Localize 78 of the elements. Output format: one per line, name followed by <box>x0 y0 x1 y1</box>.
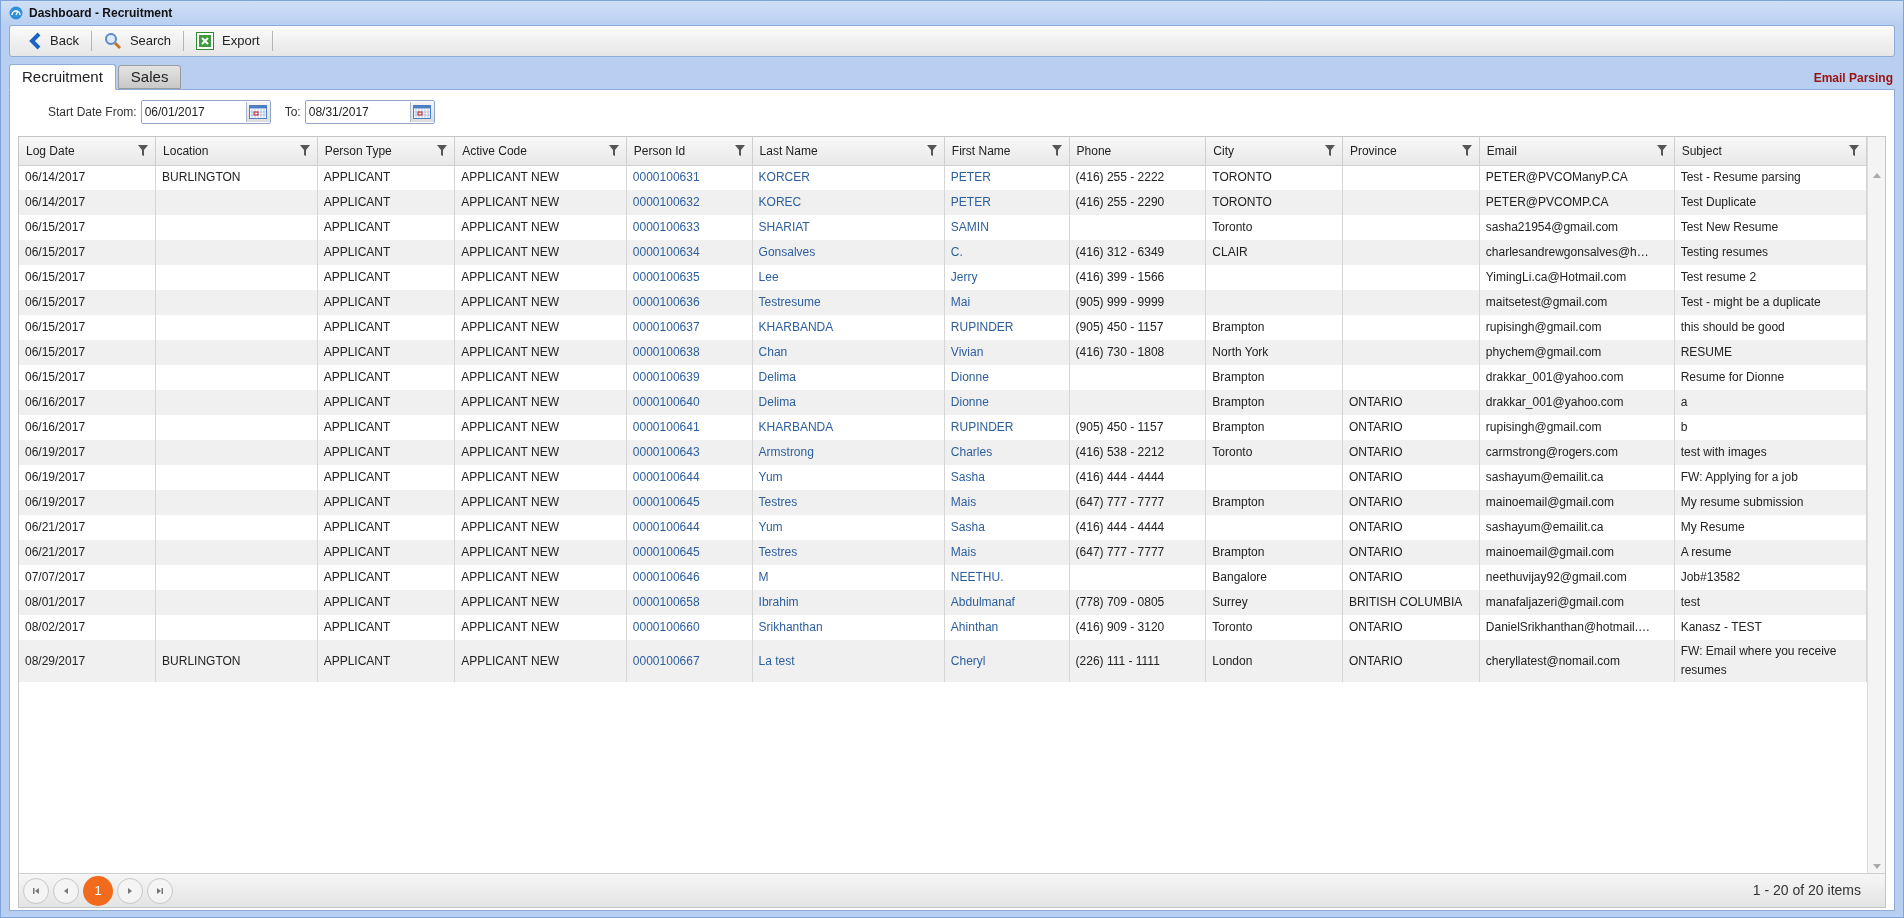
scrollbar[interactable] <box>1867 137 1885 873</box>
column-title: Person Type <box>324 142 392 160</box>
column-header[interactable]: Active Code <box>454 137 627 165</box>
calendar-icon <box>413 105 432 119</box>
filter-icon[interactable] <box>1461 145 1472 157</box>
column-header[interactable]: Location <box>155 137 318 165</box>
search-button[interactable]: Search <box>95 29 180 53</box>
filter-icon[interactable] <box>1051 145 1062 157</box>
table-cell: FW: Email where you receive resumes <box>1674 640 1867 682</box>
table-cell: ONTARIO <box>1342 640 1480 682</box>
back-button[interactable]: Back <box>20 29 87 53</box>
calendar-button[interactable] <box>409 102 434 122</box>
filter-icon[interactable] <box>926 145 937 157</box>
last-page-button[interactable] <box>147 877 173 904</box>
filter-icon[interactable] <box>138 145 149 157</box>
column-title: Last Name <box>759 142 818 160</box>
column-title: First Name <box>951 142 1011 160</box>
column-header[interactable]: First Name <box>944 137 1070 165</box>
column-header[interactable]: Subject <box>1674 137 1867 165</box>
export-button[interactable]: Export <box>188 29 268 53</box>
table-cell: APPLICANT <box>317 640 455 682</box>
date-input[interactable]: 08/31/2017 <box>305 103 410 121</box>
column-title: Log Date <box>26 142 75 160</box>
last-page-icon <box>156 886 164 895</box>
date-label: To: <box>284 104 301 121</box>
filter-icon[interactable] <box>734 145 745 157</box>
window-title: Dashboard - Recruitment <box>29 5 173 22</box>
first-page-icon <box>32 886 40 895</box>
column-title: Active Code <box>462 142 527 160</box>
date-field[interactable]: 06/01/2017 <box>140 100 271 124</box>
filter-icon[interactable] <box>437 145 448 157</box>
first-page-button[interactable] <box>23 877 49 904</box>
table-cell: (226) 111 - 1111 <box>1069 640 1206 682</box>
filter-icon[interactable] <box>1849 145 1859 157</box>
scroll-up-icon <box>1872 173 1881 178</box>
pager-summary: 1 - 20 of 20 items <box>1752 881 1861 900</box>
search-icon <box>103 32 122 50</box>
table-cell: cheryllatest@nomail.com <box>1479 640 1675 682</box>
spreadsheet-icon <box>196 32 215 50</box>
back-icon <box>28 32 42 50</box>
tab[interactable]: Recruitment <box>9 64 116 90</box>
column-header[interactable]: Last Name <box>752 137 945 165</box>
table-cell: 08/29/2017 <box>19 640 156 682</box>
tab[interactable]: Sales <box>117 65 182 89</box>
dashboard-icon <box>9 6 23 20</box>
section-title: Email Parsing <box>1813 70 1893 87</box>
column-title: Location <box>163 142 209 160</box>
calendar-icon <box>249 105 268 119</box>
table-cell: London <box>1205 640 1343 682</box>
date-label: Start Date From: <box>48 104 137 121</box>
column-header[interactable]: Person Type <box>317 137 455 165</box>
date-input[interactable]: 06/01/2017 <box>141 103 246 121</box>
column-title: Subject <box>1681 142 1722 160</box>
column-title: Person Id <box>633 142 686 160</box>
column-title: City <box>1213 142 1234 160</box>
column-header[interactable]: Email <box>1479 137 1675 165</box>
table-cell: APPLICANT NEW <box>454 640 627 682</box>
table-cell: BURLINGTON <box>155 640 318 682</box>
filter-icon[interactable] <box>608 145 619 157</box>
next-icon <box>126 886 134 895</box>
scroll-down-icon <box>1872 864 1881 869</box>
column-title: Province <box>1349 142 1397 160</box>
column-header[interactable]: Person Id <box>626 137 753 165</box>
table-link[interactable]: 0000100667 <box>626 640 753 682</box>
column-title: Phone <box>1076 142 1112 160</box>
calendar-button[interactable] <box>245 102 270 122</box>
table-link[interactable]: Cheryl <box>944 640 1070 682</box>
filter-icon[interactable] <box>299 145 310 157</box>
date-field[interactable]: 08/31/2017 <box>304 100 435 124</box>
column-header[interactable]: Log Date <box>19 137 156 165</box>
column-title: Email <box>1486 142 1517 160</box>
table-link[interactable]: La test <box>752 640 945 682</box>
filter-icon[interactable] <box>1324 145 1335 157</box>
previous-icon <box>62 886 70 895</box>
column-header[interactable]: City <box>1205 137 1343 165</box>
column-header[interactable]: Province <box>1342 137 1480 165</box>
column-header[interactable]: Phone <box>1069 137 1206 165</box>
filter-icon[interactable] <box>1656 145 1667 157</box>
